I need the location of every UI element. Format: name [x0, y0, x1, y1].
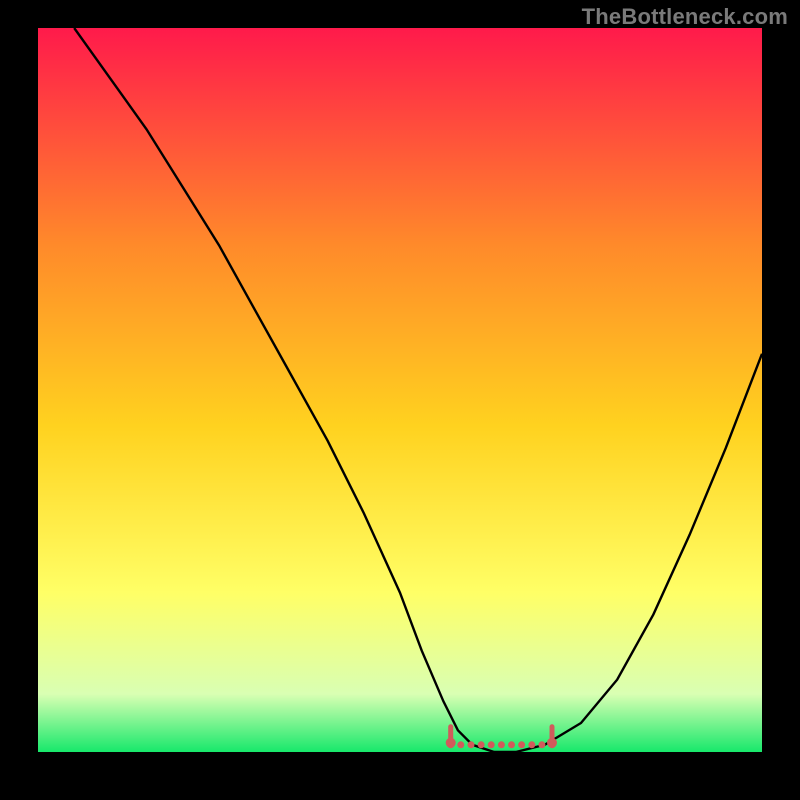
optimal-range-dot — [538, 741, 545, 748]
plot-area — [38, 28, 762, 752]
gradient-background — [38, 28, 762, 752]
optimal-range-dot — [488, 741, 495, 748]
bottleneck-chart — [38, 28, 762, 752]
chart-frame: TheBottleneck.com — [0, 0, 800, 800]
optimal-range-endpoint — [547, 738, 557, 748]
optimal-range-dot — [498, 741, 505, 748]
optimal-range-endpoint — [446, 738, 456, 748]
optimal-range-dot — [508, 741, 515, 748]
optimal-range-dot — [457, 741, 464, 748]
optimal-range-dot — [528, 741, 535, 748]
optimal-range-dot — [478, 741, 485, 748]
watermark-text: TheBottleneck.com — [582, 4, 788, 30]
optimal-range-dot — [518, 741, 525, 748]
optimal-range-dot — [468, 741, 475, 748]
